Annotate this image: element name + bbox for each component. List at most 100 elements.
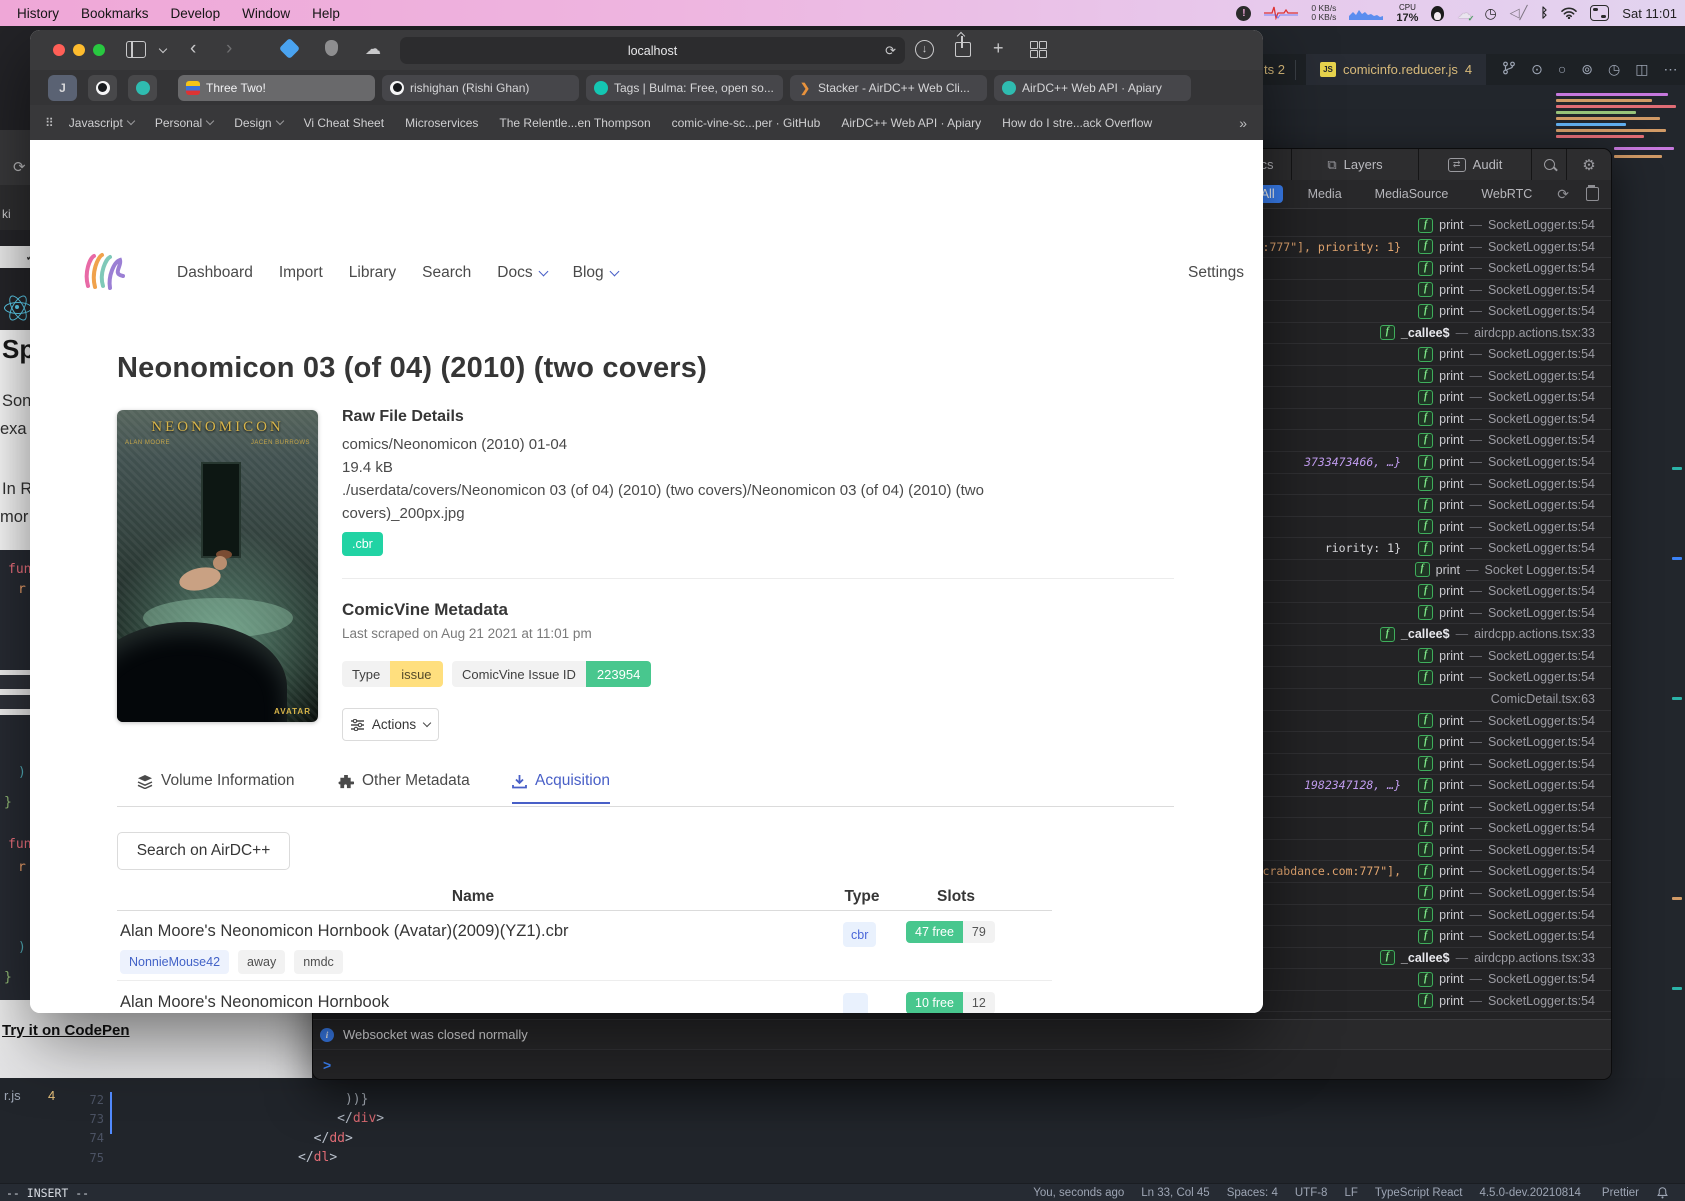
log-source-location[interactable]: ComicDetail.tsx:63 <box>1491 692 1595 706</box>
reload-icon[interactable]: ⟳ <box>13 158 26 176</box>
log-source-location[interactable]: SocketLogger.ts:54 <box>1488 304 1595 318</box>
penguin-icon[interactable] <box>1431 6 1444 21</box>
vscode-tab-active[interactable]: JS comicinfo.reducer.js 4 <box>1306 54 1486 85</box>
log-source-location[interactable]: SocketLogger.ts:54 <box>1488 908 1595 922</box>
bookmark-item[interactable]: How do I stre...ack Overflow <box>1002 116 1152 130</box>
log-source-location[interactable]: SocketLogger.ts:54 <box>1488 670 1595 684</box>
bookmarks-grid-icon[interactable]: ⠿ <box>45 116 55 130</box>
log-source-location[interactable]: SocketLogger.ts:54 <box>1488 714 1595 728</box>
console-filter-chip[interactable]: Media <box>1300 185 1350 203</box>
cloud-icon[interactable]: ☁ <box>365 39 381 59</box>
control-center-icon[interactable] <box>1590 5 1609 21</box>
code-line[interactable]: 73 </div> <box>60 1109 1260 1128</box>
log-source-location[interactable]: SocketLogger.ts:54 <box>1488 821 1595 835</box>
tab-audit[interactable]: ⇄ Audit <box>1418 149 1531 180</box>
volume-muted-icon[interactable]: ◁╱ <box>1510 5 1528 21</box>
tab-acquisition[interactable]: Acquisition <box>512 772 610 804</box>
code-line[interactable]: 75 </dl> <box>60 1148 1260 1167</box>
cpu-indicator[interactable]: CPU 17% <box>1396 3 1418 23</box>
browser-tab[interactable]: Tags | Bulma: Free, open so... <box>586 75 783 101</box>
log-source-location[interactable]: SocketLogger.ts:54 <box>1488 649 1595 663</box>
time-machine-icon[interactable]: ◷ <box>1484 5 1496 22</box>
log-source-location[interactable]: SocketLogger.ts:54 <box>1488 369 1595 383</box>
address-bar[interactable]: localhost ⟳ <box>400 37 905 64</box>
log-source-location[interactable]: SocketLogger.ts:54 <box>1488 218 1595 232</box>
nav-link[interactable]: Blog <box>573 264 618 282</box>
log-source-location[interactable]: SocketLogger.ts:54 <box>1488 520 1595 534</box>
nav-link[interactable]: Dashboard <box>177 264 253 282</box>
menu-item[interactable]: Help <box>301 6 351 21</box>
log-source-location[interactable]: SocketLogger.ts:54 <box>1488 283 1595 297</box>
status-item[interactable]: UTF-8 <box>1295 1187 1328 1199</box>
log-source-location[interactable]: SocketLogger.ts:54 <box>1488 455 1595 469</box>
inspector-settings-button[interactable]: ⚙ <box>1566 149 1611 180</box>
bookmark-item[interactable]: The Relentle...en Thompson <box>499 116 650 130</box>
bookmark-item[interactable]: comic-vine-sc...per · GitHub <box>672 116 821 130</box>
bookmark-item[interactable]: AirDC++ Web API · Apiary <box>841 116 981 130</box>
menu-item[interactable]: Window <box>231 6 301 21</box>
status-item[interactable]: Ln 33, Col 45 <box>1141 1187 1209 1199</box>
nav-link[interactable]: Docs <box>497 264 546 282</box>
tab-overview-button[interactable] <box>1030 41 1045 55</box>
sidebar-chevron-icon[interactable] <box>159 45 167 53</box>
log-source-location[interactable]: SocketLogger.ts:54 <box>1488 498 1595 512</box>
site-logo[interactable] <box>82 252 126 292</box>
share-button[interactable] <box>955 42 971 57</box>
codepen-link[interactable]: Try it on CodePen <box>2 1022 130 1039</box>
bookmark-item[interactable]: Personal <box>155 116 213 130</box>
menu-item[interactable]: Bookmarks <box>70 6 160 21</box>
bookmark-item[interactable]: Vi Cheat Sheet <box>304 116 385 130</box>
log-source-location[interactable]: SocketLogger.ts:54 <box>1488 843 1595 857</box>
wifi-icon[interactable] <box>1561 7 1577 19</box>
cloud-sync-icon[interactable]: ☁✓ <box>1457 5 1471 22</box>
code-line[interactable]: 74 </dd> <box>60 1129 1260 1148</box>
activity-graph-icon[interactable] <box>1264 6 1298 20</box>
log-source-location[interactable]: SocketLogger.ts:54 <box>1488 800 1595 814</box>
browser-tab[interactable]: Three Two! <box>178 75 375 101</box>
table-row[interactable]: Alan Moore's Neonomicon Hornbook (Avatar… <box>117 910 1052 981</box>
open-changes-icon[interactable]: ⊙ <box>1531 61 1543 78</box>
console-filter-chip[interactable]: MediaSource <box>1367 185 1457 203</box>
close-window-button[interactable] <box>53 44 65 56</box>
log-source-location[interactable]: SocketLogger.ts:54 <box>1488 390 1595 404</box>
log-source-location[interactable]: SocketLogger.ts:54 <box>1488 477 1595 491</box>
log-source-location[interactable]: SocketLogger.ts:54 <box>1488 240 1595 254</box>
browser-tab[interactable]: ❯ Stacker - AirDC++ Web Cli... <box>790 75 987 101</box>
reload-icon[interactable]: ⟳ <box>885 43 896 59</box>
nav-link[interactable]: Search <box>422 264 471 282</box>
vscode-left-tab[interactable]: r.js <box>4 1088 21 1103</box>
pinned-tab[interactable]: J <box>48 75 77 101</box>
log-source-location[interactable]: SocketLogger.ts:54 <box>1488 584 1595 598</box>
nav-link[interactable]: Import <box>279 264 323 282</box>
timeline-icon[interactable]: ◷ <box>1608 61 1620 78</box>
extension-icon[interactable] <box>279 38 300 59</box>
log-source-location[interactable]: SocketLogger.ts:54 <box>1488 412 1595 426</box>
forward-button[interactable]: › <box>226 38 232 60</box>
log-source-location[interactable]: SocketLogger.ts:54 <box>1488 972 1595 986</box>
pinned-tab-github[interactable] <box>88 75 117 101</box>
log-source-location[interactable]: SocketLogger.ts:54 <box>1488 606 1595 620</box>
code-line[interactable]: 72 ))} <box>60 1090 1260 1109</box>
pinned-tab-apiary[interactable] <box>128 75 157 101</box>
status-item[interactable]: TypeScript React <box>1375 1187 1463 1199</box>
status-item[interactable]: 4.5.0-dev.20210814 <box>1479 1187 1580 1199</box>
log-source-location[interactable]: airdcpp.actions.tsx:33 <box>1474 627 1595 641</box>
bookmark-item[interactable]: Design <box>234 116 282 130</box>
browser-tab[interactable]: rishighan (Rishi Ghan) <box>382 75 579 101</box>
log-source-location[interactable]: SocketLogger.ts:54 <box>1488 735 1595 749</box>
inspector-search-button[interactable] <box>1531 149 1566 180</box>
vscode-tab-partial[interactable]: ts 2 <box>1264 62 1285 77</box>
status-item[interactable]: Spaces: 4 <box>1227 1187 1278 1199</box>
sidebar-icon[interactable] <box>126 41 146 58</box>
bookmark-item[interactable]: Microservices <box>405 116 478 130</box>
network-speed[interactable]: 0 KB/s 0 KB/s <box>1311 4 1336 22</box>
log-source-location[interactable]: SocketLogger.ts:54 <box>1488 757 1595 771</box>
nav-back-icon[interactable]: ○ <box>1558 61 1566 78</box>
user-tag[interactable]: NonnieMouse42 <box>120 950 229 974</box>
downloads-button[interactable]: ↓ <box>915 40 934 59</box>
nav-link[interactable]: Library <box>349 264 396 282</box>
status-item[interactable]: Prettier <box>1598 1187 1639 1199</box>
tab-other-metadata[interactable]: Other Metadata <box>338 772 470 790</box>
git-branch-icon[interactable] <box>1502 61 1516 75</box>
split-editor-icon[interactable]: ◫ <box>1635 61 1648 78</box>
